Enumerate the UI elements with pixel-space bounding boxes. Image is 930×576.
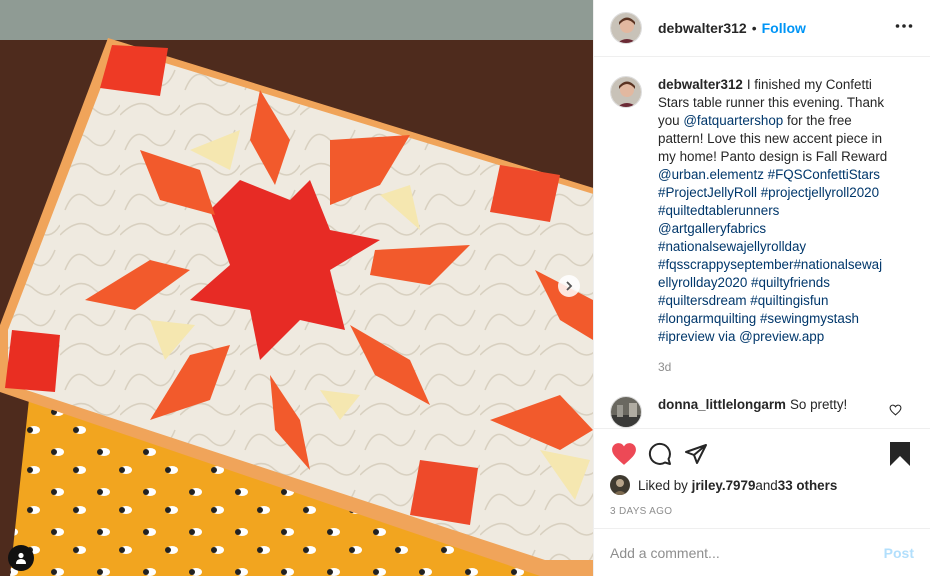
quilt-photo	[0, 0, 593, 576]
likes-summary: Liked by jriley.7979 and 33 others	[610, 475, 837, 495]
hashtag-line[interactable]: #ProjectJellyRoll #projectjellyroll2020	[658, 184, 906, 202]
bookmark-filled-icon	[890, 441, 910, 466]
save-button[interactable]	[882, 436, 918, 472]
caption-username[interactable]: debwalter312	[658, 77, 743, 92]
header-username[interactable]: debwalter312	[658, 20, 747, 36]
caption-line: Stars table runner this evening. Thank	[658, 95, 885, 110]
like-button[interactable]	[606, 436, 642, 472]
mention-line[interactable]: @artgalleryfabrics	[658, 220, 906, 238]
ellipsis-icon	[895, 24, 913, 28]
hashtag-line[interactable]: #nationalsewajellyrollday	[658, 238, 906, 256]
tagged-users-button[interactable]	[8, 545, 34, 571]
post-comment-button[interactable]: Post	[884, 545, 914, 561]
paper-plane-icon	[685, 443, 707, 464]
caption-line: debwalter312 I finished my Confetti	[658, 76, 906, 94]
comment-item: donna_littlelongarm So pretty!	[610, 396, 914, 428]
next-photo-button[interactable]	[558, 275, 580, 297]
caption-text: for the free	[783, 113, 852, 128]
likes-prefix: Liked by	[638, 477, 688, 493]
caption-text: I finished my Confetti	[746, 77, 872, 92]
likes-others[interactable]: 33 others	[778, 478, 838, 493]
caption: debwalter312 I finished my Confetti Stars…	[610, 76, 914, 376]
comment-button[interactable]	[642, 436, 678, 472]
hashtag-line[interactable]: ellyrollday2020 #quiltyfriends	[658, 274, 906, 292]
caption-text: you	[658, 113, 684, 128]
mention-link[interactable]: @fatquartershop	[683, 113, 783, 128]
avatar[interactable]	[610, 475, 630, 495]
share-button[interactable]	[678, 436, 714, 472]
avatar[interactable]	[610, 12, 642, 44]
person-icon	[16, 552, 26, 564]
heart-outline-icon	[889, 404, 902, 416]
avatar[interactable]	[610, 76, 642, 108]
likes-user[interactable]: jriley.7979	[692, 478, 756, 493]
likes-middle: and	[755, 477, 778, 493]
header-separator: •	[751, 20, 757, 36]
post-media[interactable]	[0, 0, 593, 576]
caption-line: my home! Panto design is Fall Reward	[658, 149, 888, 164]
chevron-right-icon	[566, 281, 573, 291]
add-comment-bar: Post	[594, 528, 930, 576]
action-bar	[594, 428, 930, 478]
caption-line: you @fatquartershop for the free	[658, 112, 906, 130]
post-date[interactable]: 3 DAYS AGO	[610, 506, 672, 517]
comment-text: So pretty!	[789, 397, 848, 412]
comments-section: debwalter312 I finished my Confetti Stars…	[594, 58, 930, 428]
hashtag-line[interactable]: #longarmquilting #sewingmystash	[658, 310, 906, 328]
more-options-button[interactable]	[894, 16, 914, 36]
mention-link[interactable]: @preview.app	[739, 329, 824, 344]
caption-line: pattern! Love this new accent piece in	[658, 131, 883, 146]
avatar[interactable]	[610, 396, 642, 428]
comment-like-button[interactable]	[889, 404, 902, 419]
instagram-post: debwalter312 • Follow debwalter312 I fin…	[0, 0, 930, 576]
post-header: debwalter312 • Follow	[594, 0, 930, 57]
heart-filled-icon	[612, 442, 636, 465]
add-comment-input[interactable]	[610, 544, 884, 561]
caption-body: debwalter312 I finished my Confetti Stars…	[658, 76, 906, 376]
post-side-panel: debwalter312 • Follow debwalter312 I fin…	[593, 0, 930, 576]
speech-bubble-icon	[648, 442, 671, 465]
comment-body: donna_littlelongarm So pretty!	[658, 396, 847, 428]
caption-time[interactable]: 3d	[658, 358, 906, 376]
follow-button[interactable]: Follow	[762, 20, 806, 36]
hashtag-line[interactable]: #quiltedtablerunners	[658, 202, 906, 220]
comment-username[interactable]: donna_littlelongarm	[658, 397, 786, 412]
hashtag-line[interactable]: #quiltersdream #quiltingisfun	[658, 292, 906, 310]
hashtag-link[interactable]: #ipreview via	[658, 329, 739, 344]
hashtag-line[interactable]: @urban.elementz #FQSConfettiStars	[658, 166, 906, 184]
caption-line: #ipreview via @preview.app	[658, 328, 906, 346]
hashtag-line[interactable]: #fqsscrappyseptember#nationalsewaj	[658, 256, 906, 274]
